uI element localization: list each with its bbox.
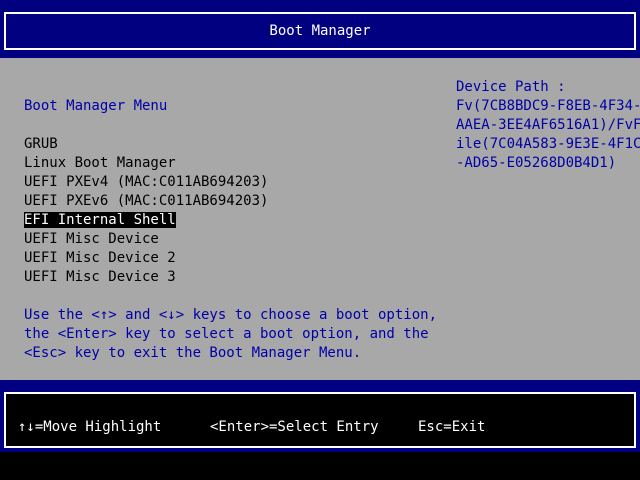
- separator-band: [0, 380, 640, 388]
- help-text-line: <Esc> key to exit the Boot Manager Menu.: [24, 345, 362, 361]
- boot-option-grub[interactable]: GRUB: [24, 135, 268, 154]
- help-text-line: Use the <↑> and <↓> keys to choose a boo…: [24, 307, 438, 323]
- boot-option-uefi-misc-device-2[interactable]: UEFI Misc Device 2: [24, 249, 268, 268]
- device-path-line: ile(7C04A583-9E3E-4F1C: [456, 136, 640, 152]
- boot-option-label: UEFI PXEv4 (MAC:C011AB694203): [24, 174, 269, 190]
- boot-option-list: GRUB Linux Boot Manager UEFI PXEv4 (MAC:…: [24, 135, 268, 287]
- boot-option-uefi-misc-device-3[interactable]: UEFI Misc Device 3: [24, 268, 268, 287]
- device-path-line: AAEA-3EE4AF6516A1)/FvF: [456, 117, 640, 133]
- boot-option-label: GRUB: [24, 136, 58, 152]
- header-title-box: Boot Manager: [4, 12, 636, 50]
- boot-option-uefi-misc-device[interactable]: UEFI Misc Device: [24, 230, 268, 249]
- help-text-line: the <Enter> key to select a boot option,…: [24, 326, 429, 342]
- key-hints-box: ↑↓=Move Highlight <Enter>=Select Entry E…: [4, 392, 636, 448]
- boot-option-label-selected: EFI Internal Shell: [24, 212, 176, 228]
- boot-manager-screen: Boot Manager Device Path : Fv(7CB8BDC9-F…: [0, 0, 640, 480]
- boot-option-label: UEFI Misc Device 3: [24, 269, 176, 285]
- boot-option-label: UEFI PXEv6 (MAC:C011AB694203): [24, 193, 269, 209]
- menu-title: Boot Manager Menu: [24, 98, 168, 114]
- boot-option-uefi-pxev6[interactable]: UEFI PXEv6 (MAC:C011AB694203): [24, 192, 268, 211]
- device-path-label: Device Path :: [456, 79, 566, 95]
- boot-option-label: UEFI Misc Device: [24, 231, 159, 247]
- key-hint-move: ↑↓=Move Highlight: [18, 419, 162, 435]
- page-title: Boot Manager: [269, 22, 371, 39]
- boot-option-linux-boot-manager[interactable]: Linux Boot Manager: [24, 154, 268, 173]
- device-path-line: -AD65-E05268D0B4D1): [456, 155, 617, 171]
- device-path-line: Fv(7CB8BDC9-F8EB-4F34-: [456, 98, 640, 114]
- bottom-margin: [0, 452, 640, 480]
- key-hint-exit: Esc=Exit: [418, 419, 486, 435]
- boot-option-uefi-pxev4[interactable]: UEFI PXEv4 (MAC:C011AB694203): [24, 173, 268, 192]
- boot-option-label: Linux Boot Manager: [24, 155, 176, 171]
- key-hint-select: <Enter>=Select Entry: [210, 419, 379, 435]
- boot-option-efi-internal-shell[interactable]: EFI Internal Shell: [24, 211, 268, 230]
- main-panel: Device Path : Fv(7CB8BDC9-F8EB-4F34- AAE…: [0, 58, 640, 380]
- boot-option-label: UEFI Misc Device 2: [24, 250, 176, 266]
- header-band: Boot Manager: [0, 0, 640, 58]
- footer-band: ↑↓=Move Highlight <Enter>=Select Entry E…: [0, 388, 640, 452]
